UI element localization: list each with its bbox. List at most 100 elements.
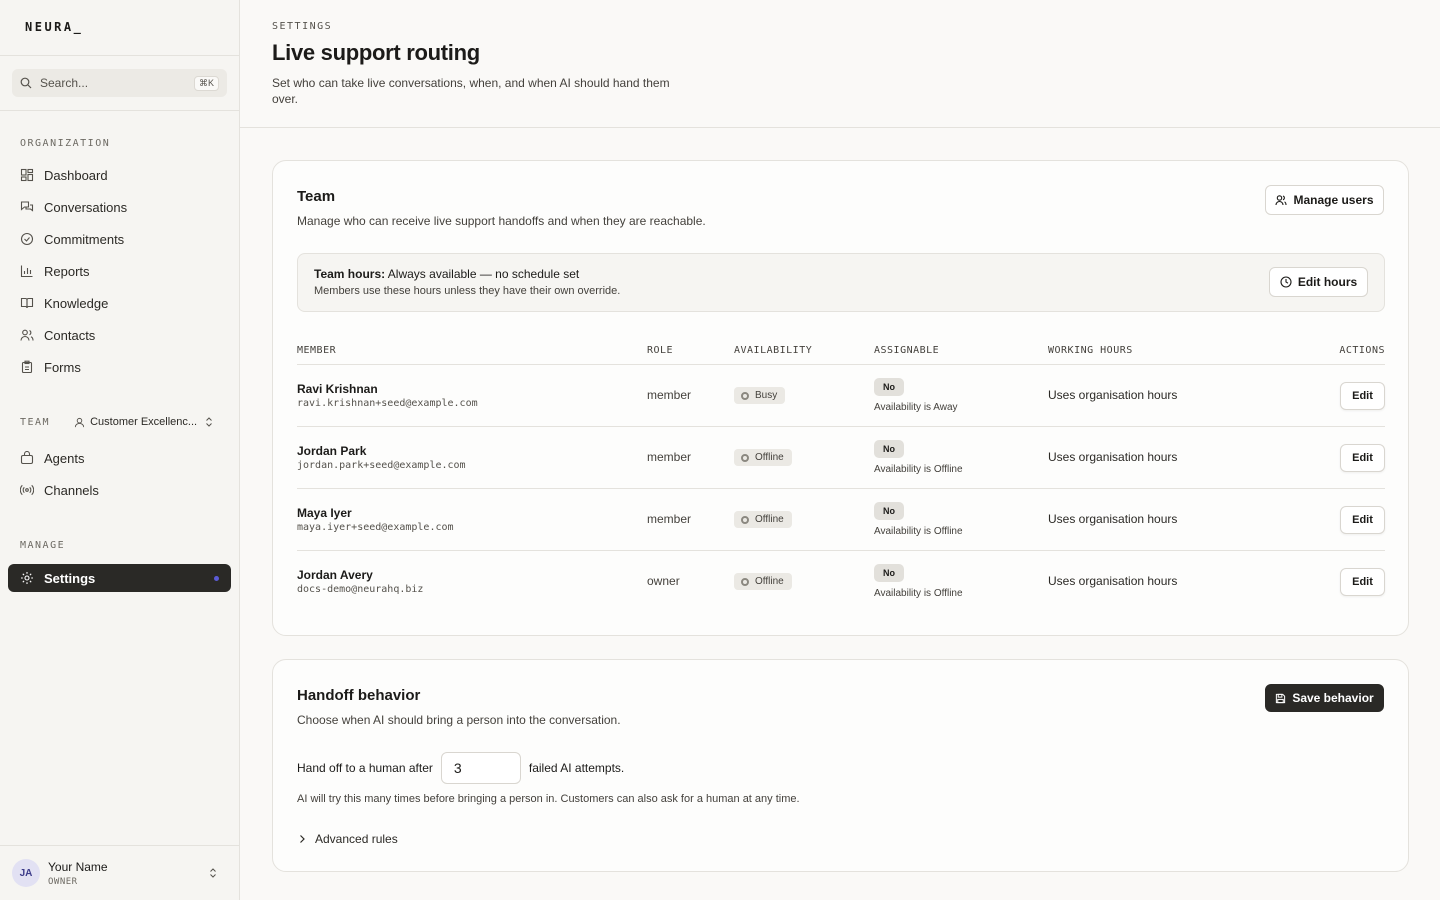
handoff-threshold-row: Hand off to a human after failed AI atte… — [297, 752, 624, 784]
working-hours: Uses organisation hours — [1048, 450, 1178, 464]
team-hours-note: Members use these hours unless they have… — [314, 285, 621, 297]
nav-label: Contacts — [44, 327, 96, 343]
search-placeholder: Search... — [40, 76, 89, 90]
status-ring-icon — [741, 515, 749, 524]
handoff-suffix: failed AI attempts. — [528, 761, 625, 775]
availability-badge: Busy — [734, 387, 786, 404]
nav-contacts[interactable]: Contacts — [0, 319, 239, 351]
manage-section-label: MANAGE — [20, 540, 66, 551]
status-ring-icon — [741, 391, 749, 400]
nav-agents[interactable]: Agents — [0, 442, 239, 474]
table-row: Ravi Krishnan ravi.krishnan+seed@example… — [297, 365, 1385, 427]
nav-reports[interactable]: Reports — [0, 255, 239, 287]
team-section-label: TEAM — [20, 416, 51, 428]
edit-member-button[interactable]: Edit — [1340, 382, 1385, 410]
nav-label: Dashboard — [44, 167, 108, 183]
nav-label: Knowledge — [44, 295, 109, 311]
handoff-help-text: AI will try this many times before bring… — [297, 793, 800, 805]
assignable-badge: No — [874, 502, 904, 520]
save-behavior-label: Save behavior — [1292, 691, 1374, 705]
column-header-availability: AVAILABILITY — [734, 345, 813, 356]
chevron-updown-icon — [210, 868, 216, 878]
availability-badge: Offline — [734, 449, 792, 466]
nav-forms[interactable]: Forms — [0, 351, 239, 383]
column-header-assignable: ASSIGNABLE — [874, 345, 940, 356]
app-logo[interactable]: NEURA_ — [0, 0, 239, 56]
member-email: ravi.krishnan+seed@example.com — [297, 398, 478, 409]
page-header: SETTINGS Live support routing Set who ca… — [240, 0, 1440, 128]
bag-icon — [20, 451, 34, 465]
members-table: MEMBER ROLE AVAILABILITY ASSIGNABLE WORK… — [297, 337, 1385, 613]
advanced-rules-label: Advanced rules — [315, 832, 398, 846]
assignable-badge: No — [874, 564, 904, 582]
search-shortcut: ⌘K — [193, 75, 219, 91]
edit-hours-label: Edit hours — [1297, 275, 1358, 289]
chevron-updown-icon — [206, 417, 212, 427]
check-circle-icon — [20, 232, 34, 246]
nav-settings[interactable]: Settings — [8, 564, 231, 592]
chevron-right-icon — [300, 835, 305, 843]
table-header: MEMBER ROLE AVAILABILITY ASSIGNABLE WORK… — [297, 337, 1385, 365]
team-hours-value: Always available — no schedule set — [387, 267, 580, 281]
avatar: JA — [12, 859, 40, 887]
clipboard-icon — [21, 360, 33, 374]
manage-users-button[interactable]: Manage users — [1265, 185, 1384, 215]
bar-chart-icon — [20, 265, 33, 278]
book-icon — [20, 297, 34, 309]
user-menu[interactable]: JA Your Name OWNER — [0, 845, 239, 900]
edit-hours-button[interactable]: Edit hours — [1269, 267, 1368, 297]
nav-label: Settings — [44, 570, 96, 586]
active-indicator — [214, 575, 219, 581]
edit-member-button[interactable]: Edit — [1340, 444, 1385, 472]
nav-label: Reports — [44, 263, 90, 279]
team-card-title: Team — [297, 188, 336, 205]
user-icon — [75, 417, 85, 427]
team-hours-panel: Team hours: Always available — no schedu… — [297, 253, 1385, 312]
team-name: Customer Excellenc... — [90, 416, 198, 428]
table-row: Maya Iyer maya.iyer+seed@example.com mem… — [297, 489, 1385, 551]
save-icon — [1276, 693, 1286, 703]
failed-attempts-input[interactable] — [440, 752, 521, 784]
search-input[interactable]: Search... ⌘K — [12, 69, 227, 97]
handoff-prefix: Hand off to a human after — [297, 761, 433, 775]
member-role: owner — [647, 574, 680, 588]
edit-member-button[interactable]: Edit — [1340, 568, 1385, 596]
working-hours: Uses organisation hours — [1048, 512, 1178, 526]
member-email: docs-demo@neurahq.biz — [297, 584, 424, 595]
page-eyebrow: SETTINGS — [272, 21, 333, 32]
nav-channels[interactable]: Channels — [0, 474, 239, 506]
nav-knowledge[interactable]: Knowledge — [0, 287, 239, 319]
table-row: Jordan Avery docs-demo@neurahq.biz owner… — [297, 551, 1385, 613]
advanced-rules-toggle[interactable]: Advanced rules — [297, 832, 398, 846]
sidebar: NEURA_ Search... ⌘K ORGANIZATION Dashboa… — [0, 0, 240, 900]
member-role: member — [647, 388, 692, 402]
nav-label: Channels — [44, 482, 99, 498]
nav-label: Agents — [44, 450, 85, 466]
nav-commitments[interactable]: Commitments — [0, 223, 239, 255]
member-role: member — [647, 512, 692, 526]
nav-conversations[interactable]: Conversations — [0, 191, 239, 223]
search-icon — [20, 77, 32, 89]
team-card: Team Manage who can receive live support… — [272, 160, 1409, 636]
member-email: maya.iyer+seed@example.com — [297, 522, 454, 533]
handoff-card-subtitle: Choose when AI should bring a person int… — [297, 713, 621, 727]
nav-dashboard[interactable]: Dashboard — [0, 159, 239, 191]
column-header-working-hours: WORKING HOURS — [1048, 345, 1133, 356]
assignable-note: Availability is Offline — [874, 526, 963, 537]
column-header-member: MEMBER — [297, 345, 337, 356]
save-behavior-button[interactable]: Save behavior — [1265, 684, 1384, 712]
user-role: OWNER — [48, 876, 78, 887]
member-name: Jordan Avery — [297, 568, 373, 582]
table-row: Jordan Park jordan.park+seed@example.com… — [297, 427, 1385, 489]
handoff-card-title: Handoff behavior — [297, 687, 421, 704]
nav-label: Forms — [44, 359, 81, 375]
edit-member-button[interactable]: Edit — [1340, 506, 1385, 534]
member-name: Jordan Park — [297, 444, 367, 458]
assignable-note: Availability is Offline — [874, 464, 963, 475]
working-hours: Uses organisation hours — [1048, 574, 1178, 588]
broadcast-icon — [20, 484, 34, 496]
team-selector[interactable]: Customer Excellenc... — [74, 416, 218, 428]
page-description: Set who can take live conversations, whe… — [272, 76, 670, 106]
user-icon — [1275, 195, 1288, 206]
dashboard-icon — [20, 168, 34, 182]
